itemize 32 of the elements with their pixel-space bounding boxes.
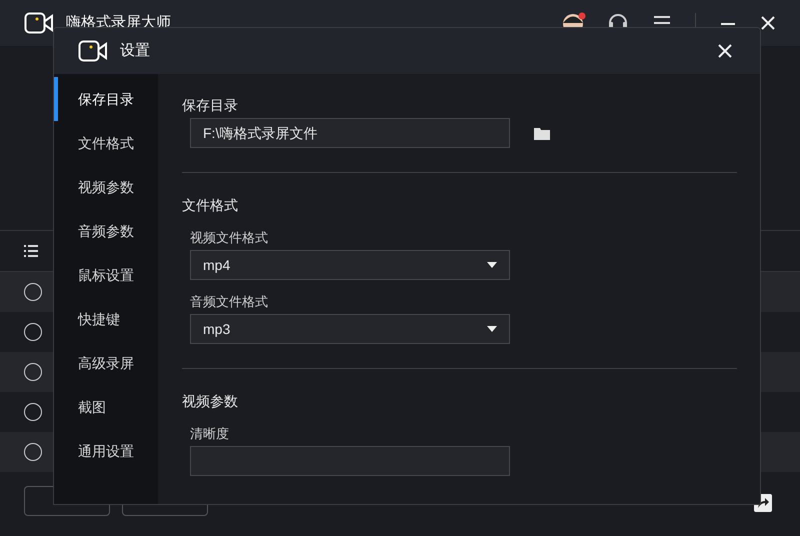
list-icon[interactable] <box>24 245 38 257</box>
dialog-title: 设置 <box>120 40 150 61</box>
section-heading: 保存目录 <box>182 96 239 115</box>
section-heading: 文件格式 <box>182 196 239 215</box>
radio-button[interactable] <box>24 283 42 301</box>
sidebar-item[interactable]: 文件格式 <box>54 121 158 165</box>
dropdown[interactable]: mp4 <box>190 250 510 280</box>
camera-icon <box>78 40 108 62</box>
sidebar-item[interactable]: 高级录屏 <box>54 341 158 385</box>
field-label: 清晰度 <box>190 425 230 443</box>
radio-button[interactable] <box>24 363 42 381</box>
dropdown[interactable]: mp3 <box>190 314 510 344</box>
sidebar-item[interactable]: 鼠标设置 <box>54 253 158 297</box>
section-heading: 视频参数 <box>182 392 239 411</box>
field-label: 音频文件格式 <box>190 293 269 311</box>
close-icon[interactable] <box>718 44 732 58</box>
radio-button[interactable] <box>24 443 42 461</box>
camera-icon <box>24 12 54 34</box>
caret-icon <box>487 262 497 268</box>
sidebar-item[interactable]: 通用设置 <box>54 429 158 473</box>
radio-button[interactable] <box>24 403 42 421</box>
field-label: 视频文件格式 <box>190 229 269 247</box>
radio-button[interactable] <box>24 323 42 341</box>
path-field[interactable]: F:\嗨格式录屏文件 <box>190 118 510 148</box>
sidebar-item[interactable]: 视频参数 <box>54 165 158 209</box>
folder-icon[interactable] <box>534 126 550 140</box>
caret-icon <box>487 326 497 332</box>
sidebar-item[interactable]: 截图 <box>54 385 158 429</box>
close-icon[interactable] <box>760 15 776 31</box>
sidebar-item[interactable]: 音频参数 <box>54 209 158 253</box>
sidebar-item[interactable]: 保存目录 <box>54 77 158 121</box>
sidebar-item[interactable]: 快捷键 <box>54 297 158 341</box>
